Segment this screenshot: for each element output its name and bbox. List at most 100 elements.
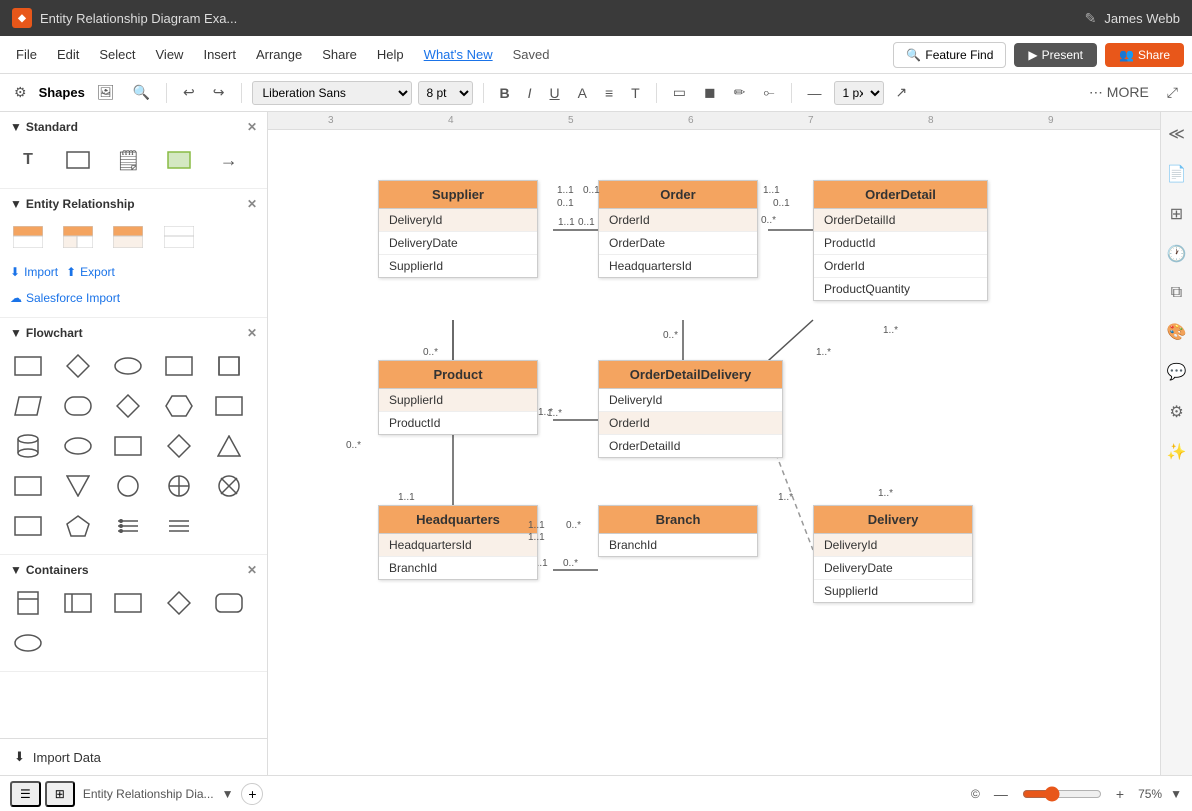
fc-cross[interactable]	[161, 468, 197, 504]
fc-parallelogram[interactable]	[10, 388, 46, 424]
search-button[interactable]: 🔍	[127, 81, 156, 104]
zoom-slider[interactable]	[1022, 786, 1102, 802]
page-dropdown-icon[interactable]: ▼	[222, 787, 234, 801]
ct-vert-container[interactable]	[10, 585, 46, 621]
ct-diamond[interactable]	[161, 585, 197, 621]
menu-share[interactable]: Share	[314, 43, 365, 66]
menu-arrange[interactable]: Arrange	[248, 43, 310, 66]
fc-rect7[interactable]	[10, 508, 46, 544]
er-header[interactable]: ▼ Entity Relationship ✕	[0, 189, 267, 215]
fill-button[interactable]: ◼	[698, 81, 722, 104]
fc-diamond2[interactable]	[110, 388, 146, 424]
font-size-selector[interactable]: 8 pt	[418, 81, 473, 105]
headquarters-entity[interactable]: Headquarters HeadquartersId BranchId	[378, 505, 538, 580]
ct-rect[interactable]	[110, 585, 146, 621]
connection-end-button[interactable]: ↗	[890, 81, 914, 104]
menu-view[interactable]: View	[148, 43, 192, 66]
image-button[interactable]: 🖼	[91, 81, 121, 104]
ct-horiz-container[interactable]	[60, 585, 96, 621]
shapes-toggle[interactable]: ⚙	[8, 81, 33, 104]
fc-rect[interactable]	[10, 348, 46, 384]
fc-rect4[interactable]	[211, 388, 247, 424]
fc-rect3[interactable]	[211, 348, 247, 384]
rect-shape[interactable]	[60, 142, 96, 178]
containers-close[interactable]: ✕	[247, 563, 257, 577]
grid-view-tab[interactable]: ⊞	[45, 781, 75, 807]
flowchart-close[interactable]: ✕	[247, 326, 257, 340]
font-selector[interactable]: Liberation Sans	[252, 81, 412, 105]
fc-triangle[interactable]	[211, 428, 247, 464]
ct-rounded[interactable]	[211, 585, 247, 621]
page-icon[interactable]: 📄	[1163, 160, 1191, 188]
fc-ellipse2[interactable]	[60, 428, 96, 464]
wand-icon[interactable]: ✨	[1163, 438, 1191, 466]
fc-lines[interactable]	[161, 508, 197, 544]
layers-icon[interactable]: ⧉	[1167, 280, 1186, 306]
fc-ellipse[interactable]	[110, 348, 146, 384]
menu-insert[interactable]: Insert	[195, 43, 244, 66]
import-data-bar[interactable]: ⬇ Import Data	[0, 738, 267, 775]
ct-ellipse[interactable]	[10, 625, 46, 661]
add-page-button[interactable]: +	[241, 783, 263, 805]
containers-header[interactable]: ▼ Containers ✕	[0, 555, 267, 581]
align-left-button[interactable]: ≡	[599, 82, 619, 104]
flowchart-header[interactable]: ▼ Flowchart ✕	[0, 318, 267, 344]
menu-file[interactable]: File	[8, 43, 45, 66]
fc-rect5[interactable]	[110, 428, 146, 464]
feature-find-button[interactable]: 🔍 Feature Find	[893, 42, 1006, 68]
salesforce-button[interactable]: ☁ Salesforce Import	[10, 291, 120, 305]
fc-circle[interactable]	[110, 468, 146, 504]
er-shape-4[interactable]	[161, 219, 197, 255]
list-view-tab[interactable]: ☰	[10, 781, 41, 807]
more-right-icon[interactable]: ⚙	[1165, 398, 1187, 426]
menu-edit[interactable]: Edit	[49, 43, 87, 66]
edit-icon[interactable]: ✎	[1085, 10, 1097, 27]
product-entity[interactable]: Product SupplierId ProductId	[378, 360, 538, 435]
fc-list[interactable]	[110, 508, 146, 544]
zoom-out-button[interactable]: —	[988, 783, 1014, 805]
history-icon[interactable]: 🕐	[1163, 240, 1191, 268]
menu-whats-new[interactable]: What's New	[416, 43, 501, 66]
orderdetail-entity[interactable]: OrderDetail OrderDetailId ProductId Orde…	[813, 180, 988, 301]
er-shape-2[interactable]	[60, 219, 96, 255]
connector-button[interactable]: ⟜	[757, 81, 780, 104]
import-button[interactable]: ⬇ Import	[10, 265, 58, 279]
fc-rounded-rect[interactable]	[60, 388, 96, 424]
fc-pentagon[interactable]	[60, 508, 96, 544]
expand-icon[interactable]: ≪	[1164, 120, 1189, 148]
fc-hex[interactable]	[161, 388, 197, 424]
share-button[interactable]: 👥 Share	[1105, 43, 1184, 67]
zoom-dropdown-icon[interactable]: ▼	[1170, 787, 1182, 801]
canvas-area[interactable]: 3 4 5 6 7 8 9 1..1 0..1 0..* 0..*	[268, 112, 1160, 775]
orderdetaildelivery-entity[interactable]: OrderDetailDelivery DeliveryId OrderId O…	[598, 360, 783, 458]
standard-close[interactable]: ✕	[247, 120, 257, 134]
standard-header[interactable]: ▼ Standard ✕	[0, 112, 267, 138]
er-close[interactable]: ✕	[247, 197, 257, 211]
text-style-button[interactable]: T	[625, 82, 646, 104]
more-button[interactable]: ⋯ MORE	[1083, 81, 1155, 104]
fc-rect2[interactable]	[161, 348, 197, 384]
supplier-entity[interactable]: Supplier DeliveryId DeliveryDate Supplie…	[378, 180, 538, 278]
grid-icon[interactable]: ⊞	[1166, 200, 1187, 228]
line-style-button[interactable]: —	[802, 82, 828, 104]
fc-cylinder[interactable]	[10, 428, 46, 464]
delivery-entity[interactable]: Delivery DeliveryId DeliveryDate Supplie…	[813, 505, 973, 603]
fc-diamond3[interactable]	[161, 428, 197, 464]
italic-button[interactable]: I	[522, 82, 538, 104]
er-shape-3[interactable]	[110, 219, 146, 255]
px-selector[interactable]: 1 px	[834, 81, 884, 105]
order-entity[interactable]: Order OrderId OrderDate HeadquartersId	[598, 180, 758, 278]
fc-rect6[interactable]	[10, 468, 46, 504]
underline-button[interactable]: U	[544, 82, 566, 104]
menu-select[interactable]: Select	[91, 43, 143, 66]
note-shape[interactable]: 🗒	[110, 142, 146, 178]
redo-button[interactable]: ↪	[207, 81, 231, 104]
fc-cross2[interactable]	[211, 468, 247, 504]
fullscreen-button[interactable]: ⤢	[1161, 81, 1184, 104]
branch-entity[interactable]: Branch BranchId	[598, 505, 758, 557]
comment-icon[interactable]: 💬	[1163, 358, 1191, 386]
undo-button[interactable]: ↩	[177, 81, 201, 104]
line-button[interactable]: ✏	[728, 81, 752, 104]
export-button[interactable]: ⬆ Export	[66, 265, 115, 279]
fc-inv-triangle[interactable]	[60, 468, 96, 504]
